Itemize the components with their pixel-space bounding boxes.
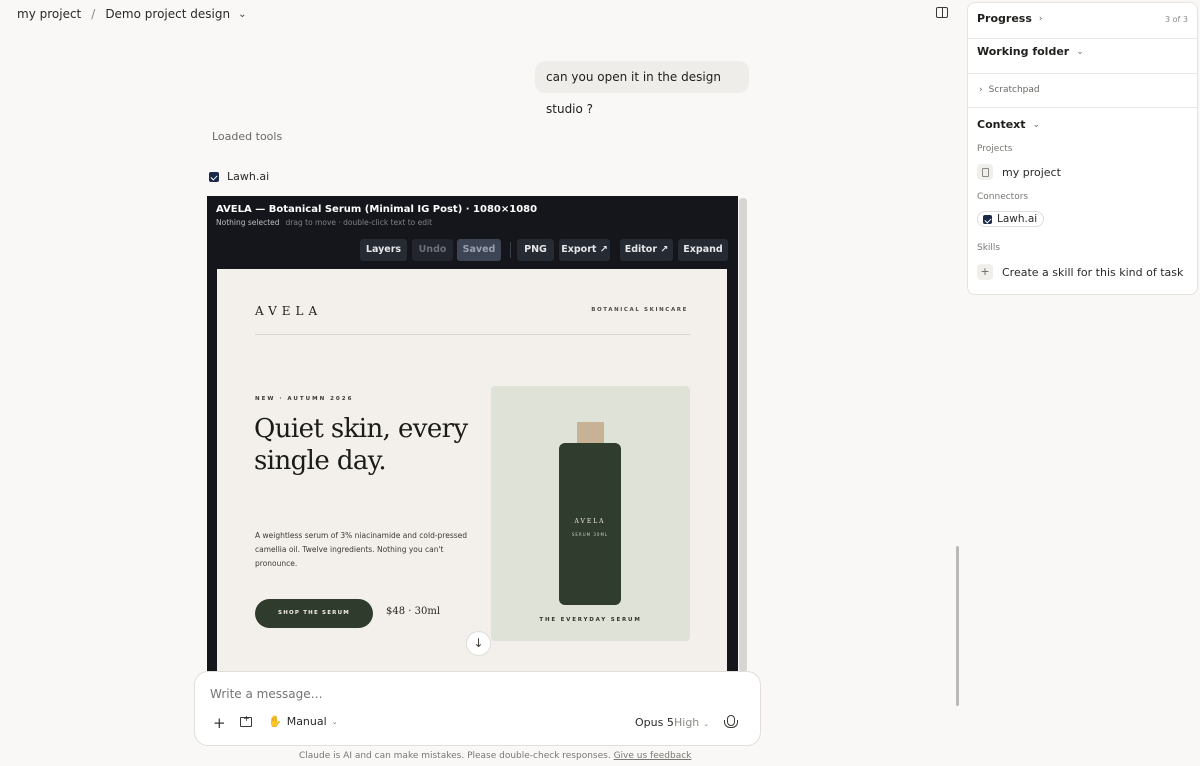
connectors-heading: Connectors [977,192,1029,202]
design-canvas[interactable]: AVELA BOTANICAL SKINCARE NEW · AUTUMN 20… [217,269,727,672]
hand-icon: ✋ [268,715,282,728]
connector-label: Lawh.ai [997,213,1038,225]
microphone-icon[interactable] [724,715,738,728]
create-skill-label: Create a skill for this kind of task [1002,265,1184,279]
add-plus-icon[interactable]: + [213,715,226,731]
expand-button[interactable]: Expand [678,239,728,261]
progress-section-toggle[interactable]: Progress › [977,12,1043,25]
divider [968,38,1197,39]
model-selector[interactable]: Opus 5 [635,716,674,729]
breadcrumb-project-link[interactable]: my project [17,7,81,21]
mode-selector[interactable]: ✋ Manual ⌄ [268,715,338,728]
selection-status: Nothing selected [216,218,280,227]
tool-name: Lawh.ai [227,170,270,183]
kicker-text[interactable]: NEW · AUTUMN 2026 [255,396,353,402]
effort-selector[interactable]: High ⌄ [674,716,709,729]
context-panel: Progress › 3 of 3 Working folder ⌄ › Scra… [967,2,1198,295]
price-text[interactable]: $48 · 30ml [386,606,440,617]
page-scrollbar[interactable] [956,546,959,706]
toolbar-divider [510,242,511,258]
breadcrumb: my project / Demo project design ⌄ [17,6,246,22]
project-item-label: my project [1002,165,1061,179]
chevron-right-icon: › [979,85,983,95]
studio-status: Nothing selected drag to move · double-cl… [216,218,432,227]
message-input[interactable] [210,687,710,701]
divider [968,107,1197,108]
shop-serum-button[interactable]: SHOP THE SERUM [255,599,373,628]
scroll-down-arrow-icon[interactable]: ↓ [466,631,491,656]
scratchpad-toggle[interactable]: › Scratchpad [979,85,1040,95]
brand-tagline[interactable]: BOTANICAL SKINCARE [591,307,688,313]
working-folder-toggle[interactable]: Working folder ⌄ [977,45,1084,58]
projects-heading: Projects [977,144,1013,154]
studio-scrollbar[interactable] [739,198,747,672]
disclaimer: Claude is AI and can make mistakes. Plea… [299,751,691,761]
bottle-brand-label: AVELA [574,518,606,525]
connector-chip[interactable]: Lawh.ai [977,211,1045,227]
user-message: can you open it in the design studio ? [535,61,749,116]
studio-hint: drag to move · double-click text to edit [285,218,433,227]
lawh-logo-icon [983,214,992,224]
product-card[interactable]: AVELA SERUM 30ML THE EVERYDAY SERUM [491,386,690,641]
saved-button[interactable]: Saved [457,239,501,261]
mode-label: Manual [286,715,327,728]
chevron-down-icon: ⌄ [703,720,710,728]
create-skill-button[interactable]: + Create a skill for this kind of task [977,264,1183,280]
context-label: Context [977,118,1026,131]
connector-item[interactable]: Lawh.ai [977,211,1045,227]
chevron-down-icon: ⌄ [1032,119,1041,130]
undo-button[interactable]: Undo [412,239,453,261]
header-rule [255,334,690,335]
context-section-toggle[interactable]: Context ⌄ [977,118,1040,131]
export-button[interactable]: Export ↗ [559,239,610,261]
bottle-volume-label: SERUM 30ML [571,532,609,537]
tool-entry[interactable]: Lawh.ai [209,170,269,183]
add-folder-icon[interactable] [240,714,252,727]
working-folder-label: Working folder [977,45,1070,58]
divider [968,73,1197,74]
skills-heading: Skills [977,243,1001,253]
chevron-down-icon: ⌄ [331,717,338,726]
message-composer: + ✋ Manual ⌄ Opus 5 High⌄ [194,671,761,746]
product-caption[interactable]: THE EVERYDAY SERUM [491,617,690,623]
disclaimer-text: Claude is AI and can make mistakes. Plea… [299,751,611,761]
chat-title[interactable]: Demo project design [105,7,230,21]
headline[interactable]: Quiet skin, every single day. [254,413,484,477]
serum-bottle[interactable]: AVELA SERUM 30ML [559,443,621,605]
document-icon [977,164,993,180]
chevron-right-icon: › [1038,13,1043,24]
project-item[interactable]: my project [977,164,1061,180]
progress-count: 3 of 3 [1165,15,1188,24]
bottle-cap [577,422,604,444]
layers-button[interactable]: Layers [360,239,407,261]
scratchpad-label: Scratchpad [988,85,1040,95]
effort-label: High [674,716,700,729]
progress-label: Progress [977,12,1032,25]
feedback-link[interactable]: Give us feedback [614,751,692,761]
body-copy[interactable]: A weightless serum of 3% niacinamide and… [255,529,470,571]
loaded-tools-label[interactable]: Loaded tools [212,130,282,143]
chevron-down-icon[interactable]: ⌄ [238,9,246,20]
chevron-down-icon: ⌄ [1076,46,1084,57]
breadcrumb-separator: / [91,7,96,21]
design-studio-frame[interactable]: AVELA — Botanical Serum (Minimal IG Post… [207,196,738,672]
plus-icon: + [977,264,993,280]
lawh-logo-icon [209,171,219,182]
png-button[interactable]: PNG [517,239,554,261]
studio-title: AVELA — Botanical Serum (Minimal IG Post… [216,204,538,215]
editor-button[interactable]: Editor ↗ [620,239,673,261]
brand-wordmark[interactable]: AVELA [255,304,322,318]
sidebar-toggle-icon[interactable] [936,7,948,18]
